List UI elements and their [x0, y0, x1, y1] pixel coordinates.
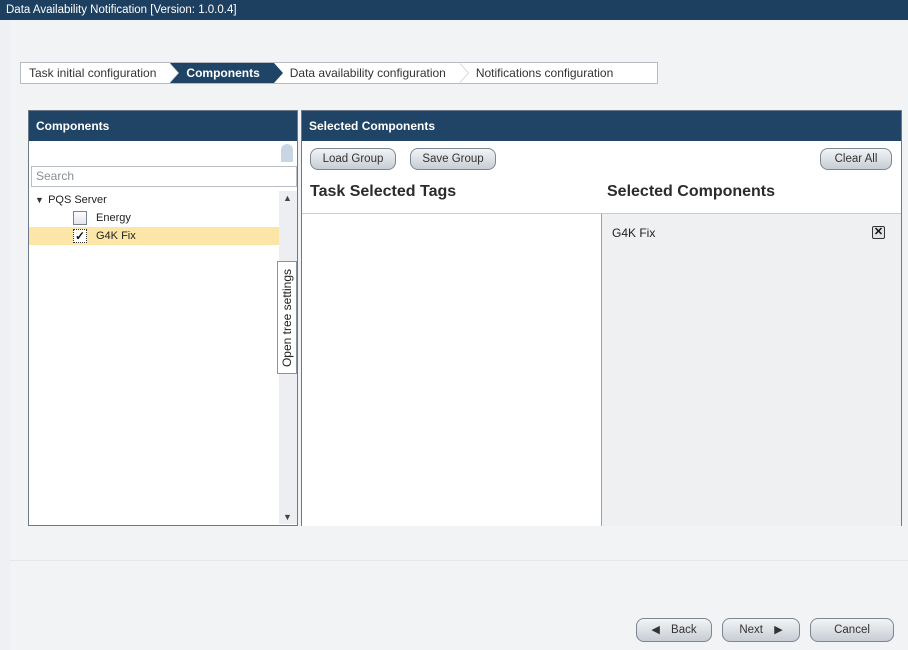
step-label: Notifications configuration: [475, 66, 614, 80]
component-tree: ▼ PQS Server Energy ✓ G4K Fix: [29, 191, 279, 245]
step-label: Task initial configuration: [29, 66, 157, 80]
chevron-down-icon[interactable]: ▼: [35, 191, 45, 209]
remove-icon[interactable]: ✕: [872, 226, 885, 239]
g4k-fix-checkbox[interactable]: ✓: [73, 229, 87, 243]
step-data-availability-configuration[interactable]: Data availability configuration: [274, 63, 469, 83]
step-label: Data availability configuration: [289, 66, 446, 80]
clear-all-button[interactable]: Clear All: [820, 148, 892, 170]
task-selected-tags-title: Task Selected Tags: [310, 183, 457, 200]
selected-panel-header: Selected Components: [302, 111, 901, 141]
step-notifications-configuration[interactable]: Notifications configuration: [460, 63, 627, 83]
back-label: Back: [671, 624, 697, 636]
load-group-button[interactable]: Load Group: [310, 148, 396, 170]
tree-node-pqs-server[interactable]: ▼ PQS Server: [29, 191, 279, 209]
components-panel-header: Components: [29, 111, 297, 141]
tree-node-label: G4K Fix: [96, 230, 136, 242]
tree-node-g4k-fix[interactable]: ✓ G4K Fix: [29, 227, 279, 245]
task-selected-tags-list[interactable]: [302, 213, 601, 526]
energy-checkbox[interactable]: [73, 211, 87, 225]
step-arrow: [273, 63, 283, 83]
step-components[interactable]: Components: [170, 63, 283, 83]
scroll-top-handle[interactable]: [281, 144, 293, 162]
search-field[interactable]: [31, 166, 297, 187]
next-button[interactable]: Next ▶: [722, 618, 800, 642]
arrow-right-icon: ▶: [774, 624, 783, 636]
scroll-down-icon[interactable]: ▼: [283, 512, 292, 522]
next-label: Next: [739, 624, 763, 636]
selected-item: G4K Fix: [612, 226, 656, 240]
search-input[interactable]: [36, 169, 296, 183]
tree-node-label: Energy: [96, 212, 131, 224]
scroll-up-icon[interactable]: ▲: [283, 193, 292, 203]
save-group-button[interactable]: Save Group: [410, 148, 496, 170]
tree-node-energy[interactable]: Energy: [29, 209, 279, 227]
footer-divider: [10, 560, 908, 561]
selected-components-list[interactable]: G4K Fix ✕: [601, 213, 901, 526]
arrow-left-icon: ◀: [651, 624, 660, 636]
open-tree-settings-tab[interactable]: Open tree settings: [277, 261, 297, 374]
selected-components-panel: Selected Components Load Group Save Grou…: [301, 110, 902, 526]
step-label: Components: [186, 66, 260, 80]
step-task-initial-configuration[interactable]: Task initial configuration: [21, 63, 180, 83]
cancel-button[interactable]: Cancel: [810, 618, 894, 642]
window-title: Data Availability Notification [Version:…: [0, 0, 908, 20]
components-panel: Components ▼ PQS Server Energy ✓ G4K Fix…: [28, 110, 298, 526]
back-button[interactable]: ◀ Back: [636, 618, 712, 642]
tree-settings-label: Open tree settings: [280, 268, 294, 367]
wizard-breadcrumb: Task initial configuration Components Da…: [20, 62, 658, 84]
selected-components-title: Selected Components: [607, 183, 776, 200]
tree-node-label: PQS Server: [48, 194, 107, 206]
